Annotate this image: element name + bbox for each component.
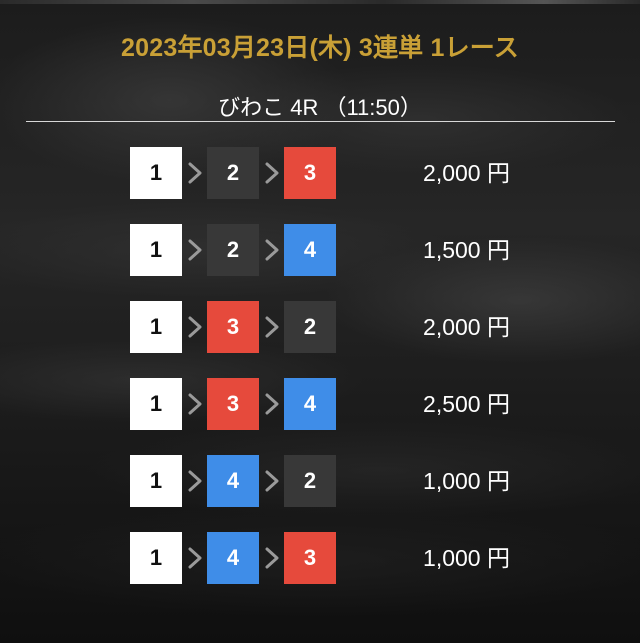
boat-number-second: 3: [207, 301, 259, 353]
bet-amount: 2,000 円: [423, 160, 510, 186]
chevron-right-icon: [185, 546, 205, 570]
bet-amount: 1,000 円: [423, 545, 510, 571]
boat-number-third: 2: [284, 455, 336, 507]
boat-number-second: 3: [207, 378, 259, 430]
bet-row: 1 3 4 2,500 円: [0, 378, 640, 430]
bet-row: 1 2 3 2,000 円: [0, 147, 640, 199]
boat-number-first: 1: [130, 147, 182, 199]
chevron-right-icon: [185, 238, 205, 262]
boat-number-third: 3: [284, 147, 336, 199]
chevron-right-icon: [262, 161, 282, 185]
bet-amount: 1,500 円: [423, 237, 510, 263]
race-info: びわこ 4R （11:50）: [218, 95, 422, 120]
boat-number-third: 4: [284, 224, 336, 276]
bet-row: 1 4 2 1,000 円: [0, 455, 640, 507]
chevron-right-icon: [262, 315, 282, 339]
boat-number-first: 1: [130, 301, 182, 353]
boat-number-second: 2: [207, 224, 259, 276]
chevron-right-icon: [262, 546, 282, 570]
chevron-right-icon: [262, 238, 282, 262]
chevron-right-icon: [185, 469, 205, 493]
chevron-right-icon: [185, 315, 205, 339]
boat-number-first: 1: [130, 455, 182, 507]
chevron-right-icon: [262, 469, 282, 493]
top-strip: [0, 0, 640, 4]
bet-amount: 1,000 円: [423, 468, 510, 494]
bet-amount: 2,000 円: [423, 314, 510, 340]
boat-number-second: 4: [207, 455, 259, 507]
page-title: 2023年03月23日(木) 3連単 1レース: [121, 34, 519, 62]
bet-amount: 2,500 円: [423, 391, 510, 417]
boat-number-first: 1: [130, 378, 182, 430]
bet-row: 1 2 4 1,500 円: [0, 224, 640, 276]
boat-number-third: 4: [284, 378, 336, 430]
chevron-right-icon: [185, 392, 205, 416]
boat-number-first: 1: [130, 224, 182, 276]
chevron-right-icon: [262, 392, 282, 416]
boat-number-first: 1: [130, 532, 182, 584]
boat-number-third: 2: [284, 301, 336, 353]
boat-number-second: 4: [207, 532, 259, 584]
bet-row: 1 3 2 2,000 円: [0, 301, 640, 353]
bet-row: 1 4 3 1,000 円: [0, 532, 640, 584]
boat-number-second: 2: [207, 147, 259, 199]
chevron-right-icon: [185, 161, 205, 185]
divider: [26, 121, 615, 122]
boat-number-third: 3: [284, 532, 336, 584]
